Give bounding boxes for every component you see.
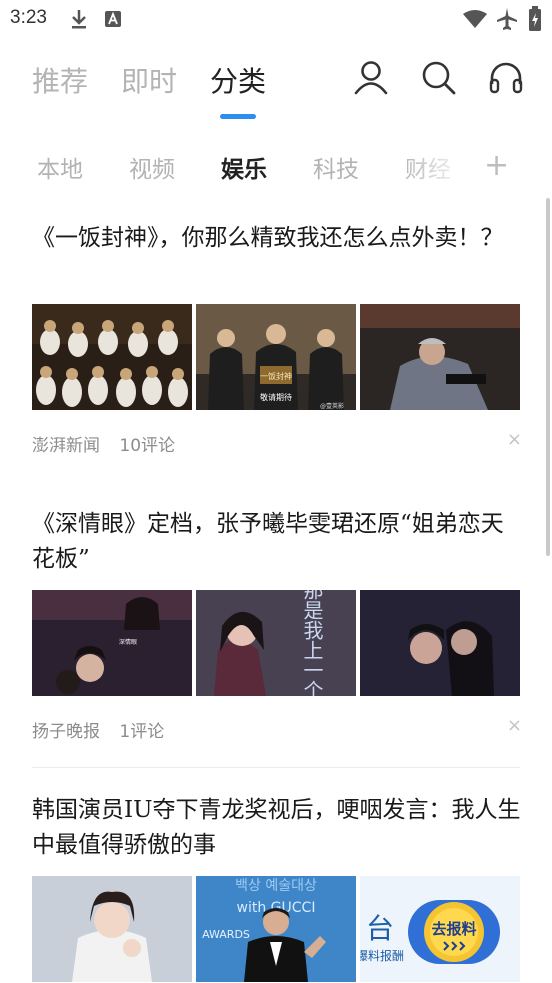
article-source: 澎湃新闻 (32, 436, 100, 456)
article-title[interactable]: 《深情眼》定档，张予曦毕雯珺还原“姐弟恋天花板” (32, 507, 522, 577)
article-meta: 扬子晚报 1评论 (32, 717, 178, 742)
thumbnail-caption: 一饭封神 (260, 371, 292, 381)
battery-icon (529, 6, 541, 31)
scrollbar[interactable] (546, 198, 550, 556)
article-source: 扬子晚报 (32, 722, 100, 742)
article-thumbnails[interactable]: 深情眼 那是我上一个人 (32, 590, 522, 696)
thumbnail-caption: 那是我上一个人 (300, 590, 324, 696)
download-icon (72, 10, 86, 29)
category-entertainment[interactable]: 娱乐 (221, 150, 267, 184)
active-tab-indicator (220, 114, 256, 119)
article-comments[interactable]: 10评论 (119, 436, 175, 456)
status-bar: 3:23 (0, 0, 552, 40)
add-category-button[interactable]: + (484, 148, 509, 183)
dismiss-article-button[interactable]: × (507, 715, 522, 736)
user-icon[interactable] (354, 60, 388, 96)
category-local[interactable]: 本地 (37, 150, 83, 184)
category-tech[interactable]: 科技 (313, 150, 359, 184)
thumbnail-caption: 敬请期待 (260, 392, 292, 402)
search-icon[interactable] (421, 60, 457, 96)
dismiss-article-button[interactable]: × (507, 429, 522, 450)
category-video[interactable]: 视频 (129, 150, 175, 184)
report-news-label: 去报料 (431, 920, 476, 938)
headphones-icon[interactable] (489, 62, 523, 94)
thumbnail-image[interactable]: 一饭封神 敬请期待 @壹英影 (196, 304, 356, 410)
news-article[interactable]: 《深情眼》定档，张予曦毕雯珺还原“姐弟恋天花板” 深情眼 那是我上一个人 扬子晚… (32, 507, 522, 757)
category-fade (400, 142, 470, 190)
top-navigation: 推荐 即时 分类 (0, 50, 552, 120)
thumbnail-image[interactable] (32, 876, 192, 982)
article-thumbnails[interactable]: 一饭封神 敬请期待 @壹英影 (32, 304, 522, 410)
news-article[interactable]: 《一饭封神》，你那么精致我还怎么点外卖！？ 一饭封神 敬请期待 @壹英影 澎湃新… (32, 221, 522, 471)
report-news-button[interactable]: 去报料 (408, 894, 500, 972)
thumbnail-image[interactable]: 深情眼 (32, 590, 192, 696)
thumbnail-caption: 深情眼 (119, 638, 137, 646)
thumbnail-image[interactable]: 백상 예술대상 with GUCCI AWARDS (196, 876, 356, 982)
thumbnail-caption: AWARDS (202, 928, 250, 941)
thumbnail-image[interactable] (32, 304, 192, 410)
article-meta: 澎湃新闻 10评论 (32, 431, 189, 456)
thumbnail-image[interactable] (360, 590, 520, 696)
tab-instant[interactable]: 即时 (121, 60, 177, 100)
thumbnail-caption: @壹英影 (320, 402, 344, 410)
status-time: 3:23 (10, 7, 47, 28)
thumbnail-caption: 爆料报酬 (360, 948, 404, 963)
thumbnail-caption: 백상 예술대상 (235, 878, 317, 894)
article-title[interactable]: 韩国演员IU夺下青龙奖视后，哽咽发言：我人生中最值得骄傲的事 (32, 793, 522, 863)
article-comments[interactable]: 1评论 (119, 722, 164, 742)
a-icon (105, 11, 121, 27)
airplane-icon (497, 8, 517, 30)
thumbnail-image[interactable]: 那是我上一个人 (196, 590, 356, 696)
wifi-icon (463, 10, 487, 28)
thumbnail-caption: 台 (366, 912, 394, 945)
tab-recommend[interactable]: 推荐 (32, 60, 88, 100)
tab-category[interactable]: 分类 (210, 60, 266, 100)
article-title[interactable]: 《一饭封神》，你那么精致我还怎么点外卖！？ (32, 221, 522, 256)
article-divider (32, 767, 520, 768)
thumbnail-image[interactable] (360, 304, 520, 410)
category-bar: 本地 视频 娱乐 科技 财经 + (0, 142, 552, 190)
